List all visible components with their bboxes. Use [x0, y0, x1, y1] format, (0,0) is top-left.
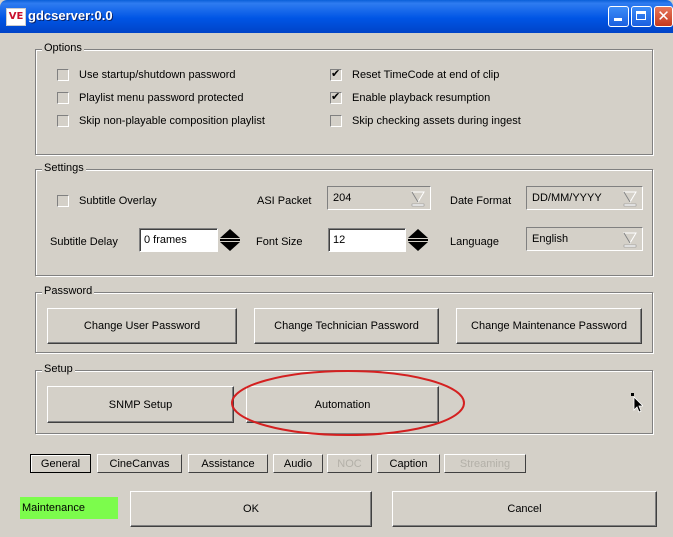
change-maintenance-password-button[interactable]: Change Maintenance Password: [456, 308, 642, 344]
language-value: English: [532, 233, 569, 245]
dropdown-arrow-icon: [411, 191, 425, 207]
playlist-password-checkbox[interactable]: [57, 92, 69, 104]
subtitle-delay-spinner-icon[interactable]: [219, 227, 241, 253]
tab-assistance[interactable]: Assistance: [188, 454, 268, 473]
date-format-select[interactable]: DD/MM/YYYY: [526, 186, 643, 210]
font-size-value: 12: [333, 234, 346, 246]
font-size-input[interactable]: 12: [328, 228, 406, 252]
subtitle-delay-label: Subtitle Delay: [50, 236, 118, 248]
ok-button[interactable]: OK: [130, 491, 372, 527]
minimize-button[interactable]: [608, 6, 629, 27]
password-legend: Password: [42, 285, 95, 297]
cancel-button[interactable]: Cancel: [392, 491, 657, 527]
subtitle-delay-input[interactable]: 0 frames: [139, 228, 218, 252]
use-startup-password-checkbox[interactable]: [57, 69, 69, 81]
skip-checking-assets-label: Skip checking assets during ingest: [352, 115, 521, 127]
subtitle-overlay-checkbox[interactable]: [57, 195, 69, 207]
snmp-setup-button[interactable]: SNMP Setup: [47, 386, 234, 423]
use-startup-password-label: Use startup/shutdown password: [79, 69, 236, 81]
maximize-icon: [636, 11, 646, 20]
asi-packet-value: 204: [333, 192, 352, 204]
tab-cinecanvas[interactable]: CineCanvas: [97, 454, 182, 473]
language-select[interactable]: English: [526, 227, 643, 251]
skip-checking-assets-checkbox[interactable]: [330, 115, 342, 127]
subtitle-delay-value: 0 frames: [144, 234, 187, 246]
font-size-label: Font Size: [256, 236, 303, 248]
dropdown-arrow-icon: [623, 191, 637, 207]
close-button[interactable]: ✕: [654, 6, 673, 27]
status-badge: Maintenance: [20, 497, 118, 519]
skip-non-playable-checkbox[interactable]: [57, 115, 69, 127]
date-format-value: DD/MM/YYYY: [532, 192, 602, 204]
tab-noc: NOC: [327, 454, 372, 473]
asi-packet-label: ASI Packet: [257, 195, 312, 207]
app-logo-icon: VE: [6, 8, 26, 26]
tab-caption[interactable]: Caption: [377, 454, 440, 473]
window-title: gdcserver:0.0: [28, 8, 113, 23]
title-bar[interactable]: VE gdcserver:0.0 ✕: [0, 0, 673, 33]
tab-streaming: Streaming: [444, 454, 526, 473]
playlist-password-label: Playlist menu password protected: [79, 92, 244, 104]
tab-audio[interactable]: Audio: [273, 454, 323, 473]
annotation-ellipse: [231, 370, 465, 436]
change-user-password-button[interactable]: Change User Password: [47, 308, 237, 344]
skip-non-playable-label: Skip non-playable composition playlist: [79, 115, 265, 127]
reset-timecode-checkbox[interactable]: [330, 67, 342, 81]
asi-packet-select[interactable]: 204: [327, 186, 431, 210]
date-format-label: Date Format: [450, 195, 512, 207]
change-technician-password-button[interactable]: Change Technician Password: [254, 308, 439, 344]
maximize-button[interactable]: [631, 6, 652, 27]
options-legend: Options: [42, 42, 84, 54]
app-window: VE gdcserver:0.0 ✕ Options Use startup/s…: [0, 0, 673, 537]
mouse-cursor-icon: [631, 393, 643, 413]
settings-legend: Settings: [42, 162, 86, 174]
font-size-spinner-icon[interactable]: [407, 227, 429, 253]
subtitle-overlay-label: Subtitle Overlay: [79, 195, 157, 207]
reset-timecode-label: Reset TimeCode at end of clip: [352, 69, 500, 81]
close-icon: ✕: [657, 7, 670, 25]
setup-legend: Setup: [42, 363, 75, 375]
tab-general[interactable]: General: [30, 454, 91, 473]
playback-resumption-checkbox[interactable]: [330, 90, 342, 104]
minimize-icon: [614, 18, 622, 21]
language-label: Language: [450, 236, 499, 248]
dropdown-arrow-icon: [623, 232, 637, 248]
playback-resumption-label: Enable playback resumption: [352, 92, 491, 104]
